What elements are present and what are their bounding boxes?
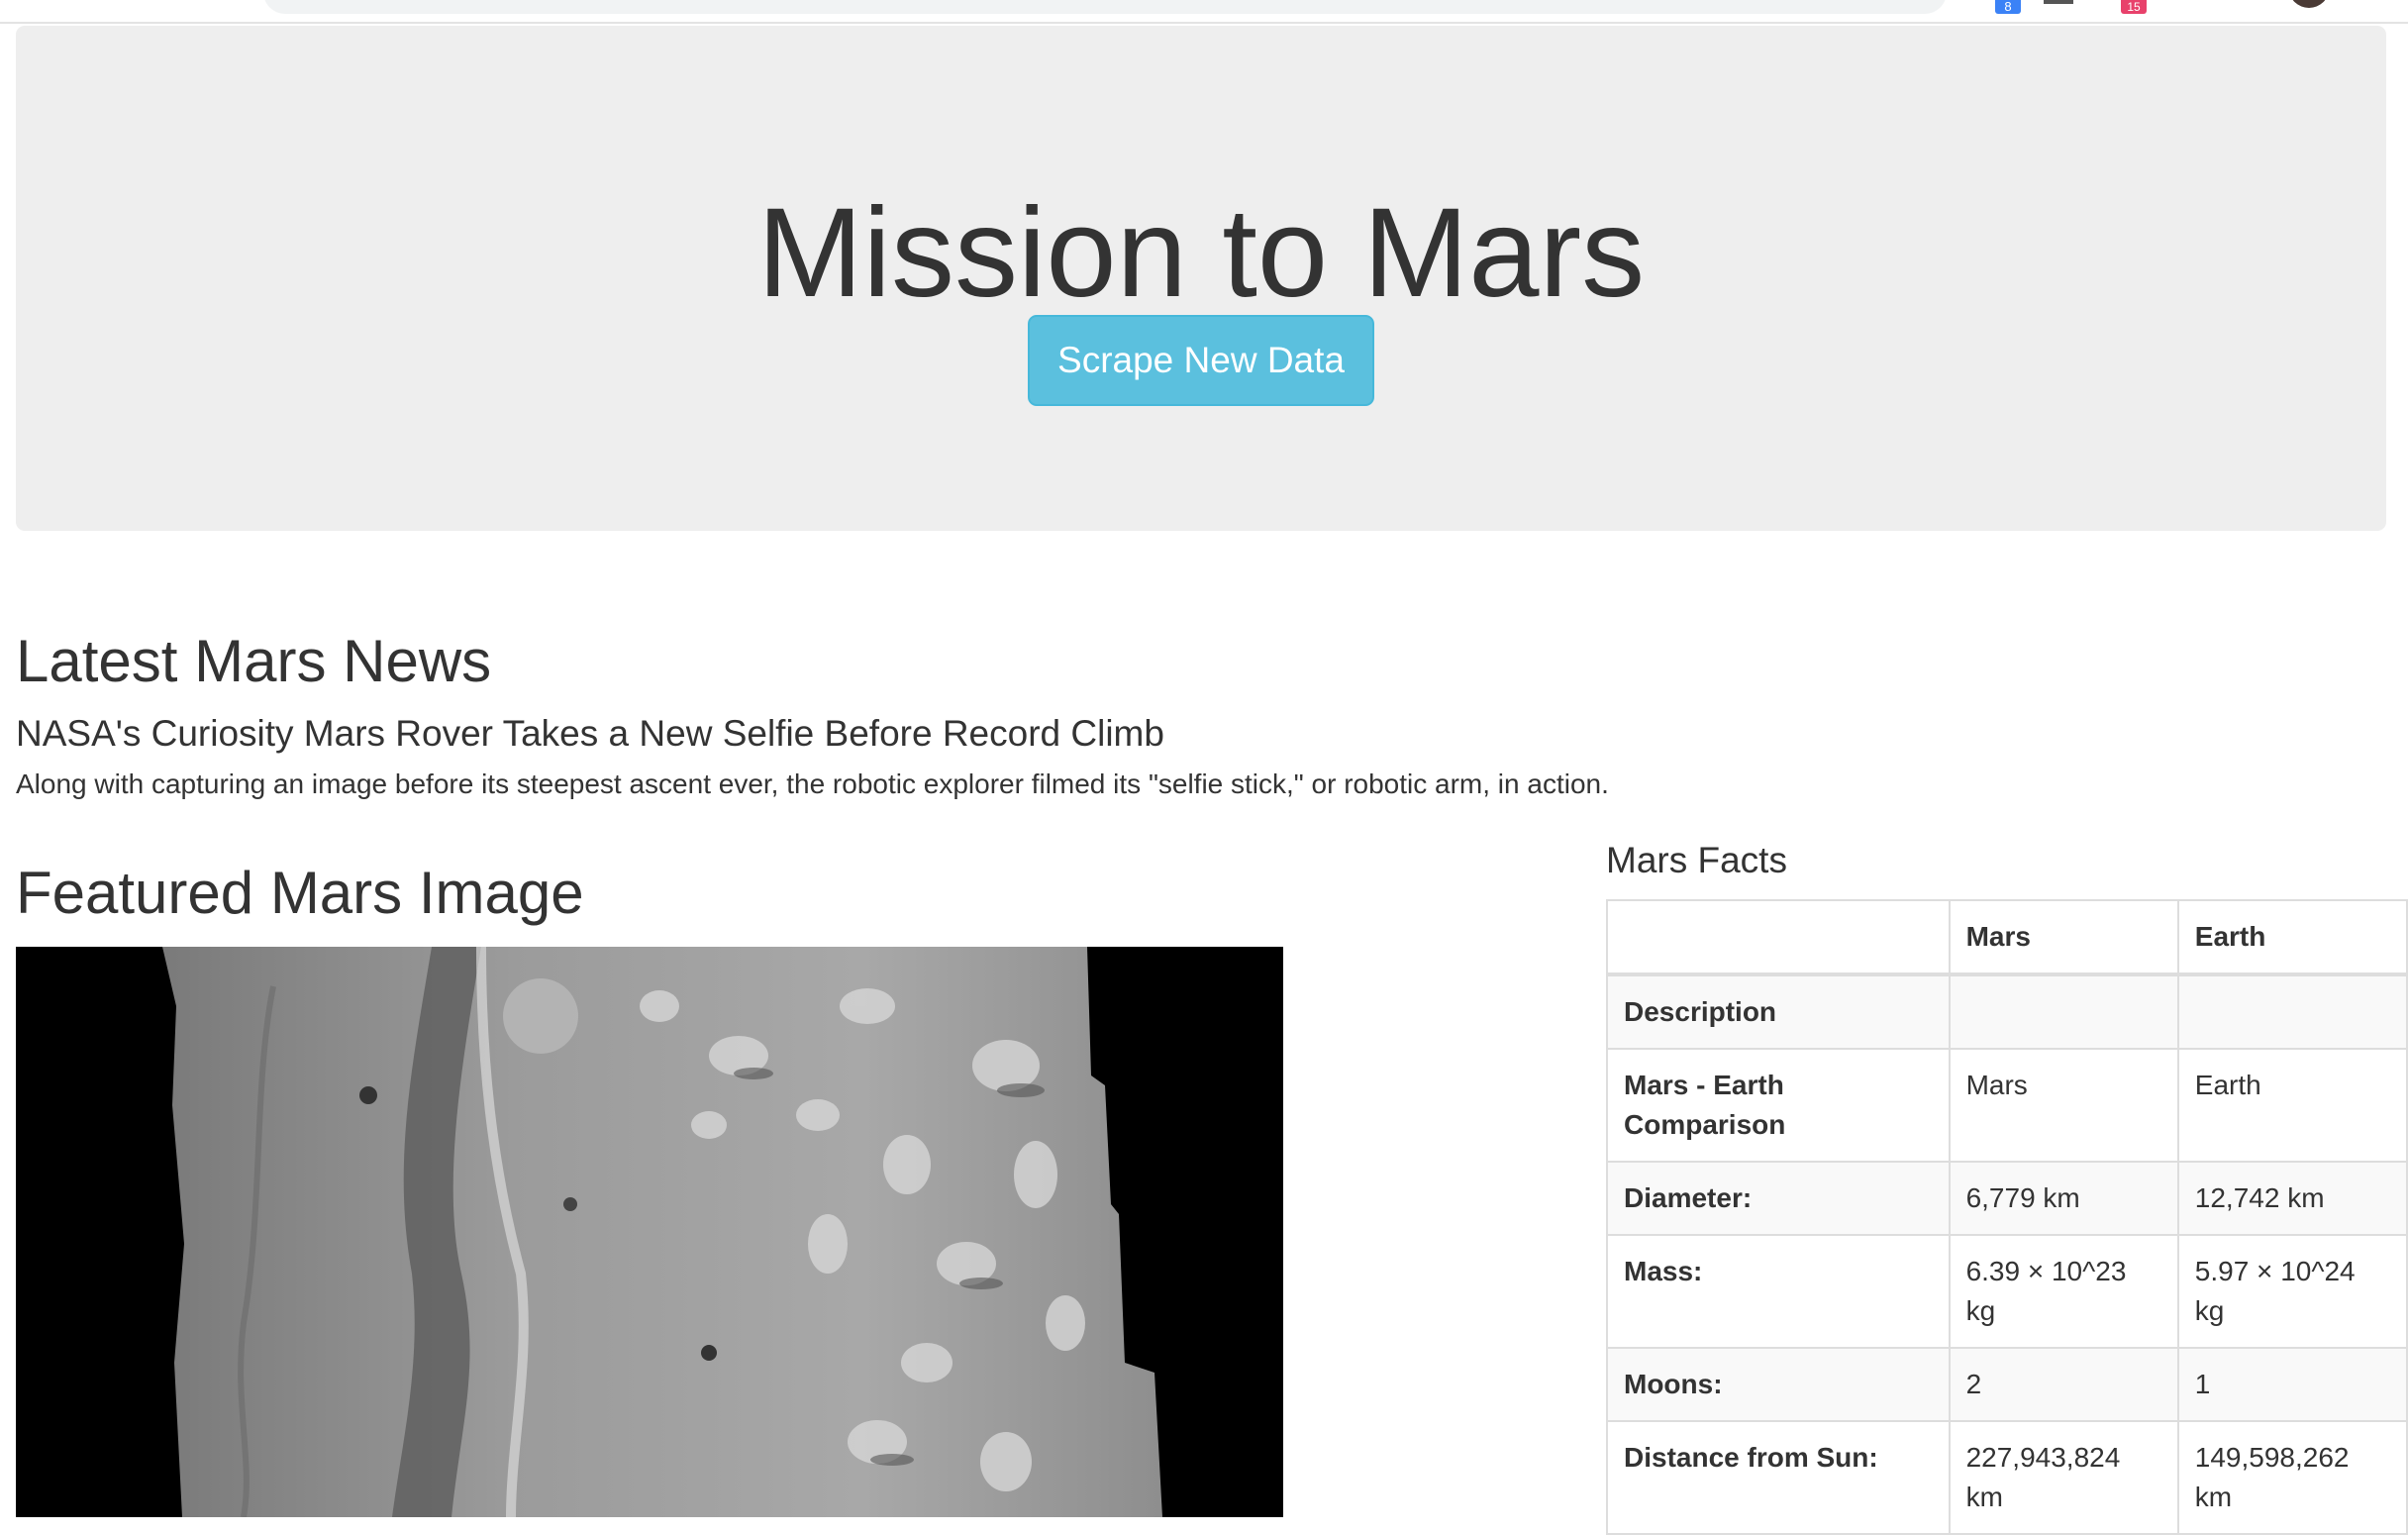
earth-value: 12,742 km <box>2176 1161 2408 1236</box>
table-row: Diameter: 6,779 km 12,742 km <box>1606 1161 2408 1236</box>
jumbotron: Mission to Mars Scrape New Data <box>16 26 2386 531</box>
earth-value: Earth <box>2176 1048 2408 1163</box>
extension-notification-icon[interactable]: 15 <box>2121 0 2147 14</box>
row-label: Diameter: <box>1606 1161 1951 1236</box>
table-header-cell: Mars <box>1948 899 2179 976</box>
news-heading: Latest Mars News <box>16 628 492 694</box>
earth-value <box>2176 973 2408 1050</box>
table-row: Mars - Earth Comparison Mars Earth <box>1606 1048 2408 1163</box>
table-row: Mass: 6.39 × 10^23 kg 5.97 × 10^24 kg <box>1606 1234 2408 1349</box>
extension-menu-icon[interactable] <box>2044 0 2073 4</box>
row-label: Moons: <box>1606 1347 1951 1422</box>
earth-value: 1 <box>2176 1347 2408 1422</box>
featured-image-heading: Featured Mars Image <box>16 860 584 926</box>
table-row: Description <box>1606 973 2408 1050</box>
table-header-cell <box>1606 899 1951 976</box>
featured-mars-image <box>16 947 1283 1517</box>
mars-value: 6,779 km <box>1948 1161 2179 1236</box>
page-title: Mission to Mars <box>756 182 1646 324</box>
table-row: Moons: 2 1 <box>1606 1347 2408 1422</box>
row-label: Description <box>1606 973 1951 1050</box>
mars-value: 6.39 × 10^23 kg <box>1948 1234 2179 1349</box>
browser-toolbar: 8 15 <box>0 0 2408 24</box>
table-header-row: Mars Earth <box>1606 899 2408 976</box>
row-label: Mars - Earth Comparison <box>1606 1048 1951 1163</box>
profile-avatar[interactable] <box>2289 0 2329 8</box>
scrape-new-data-button[interactable]: Scrape New Data <box>1028 315 1374 406</box>
mars-value: 2 <box>1948 1347 2179 1422</box>
news-paragraph: Along with capturing an image before its… <box>16 768 1609 799</box>
mars-value <box>1948 973 2179 1050</box>
extension-badge-icon[interactable]: 8 <box>1995 0 2021 14</box>
row-label: Mass: <box>1606 1234 1951 1349</box>
table-header-cell: Earth <box>2176 899 2408 976</box>
earth-value: 5.97 × 10^24 kg <box>2176 1234 2408 1349</box>
mars-facts-table: Mars Earth Description Mars - Earth Comp… <box>1606 899 2408 1535</box>
mars-value: Mars <box>1948 1048 2179 1163</box>
address-bar[interactable] <box>263 0 1947 14</box>
mars-facts-heading: Mars Facts <box>1606 840 1787 880</box>
news-title: NASA's Curiosity Mars Rover Takes a New … <box>16 713 1164 754</box>
